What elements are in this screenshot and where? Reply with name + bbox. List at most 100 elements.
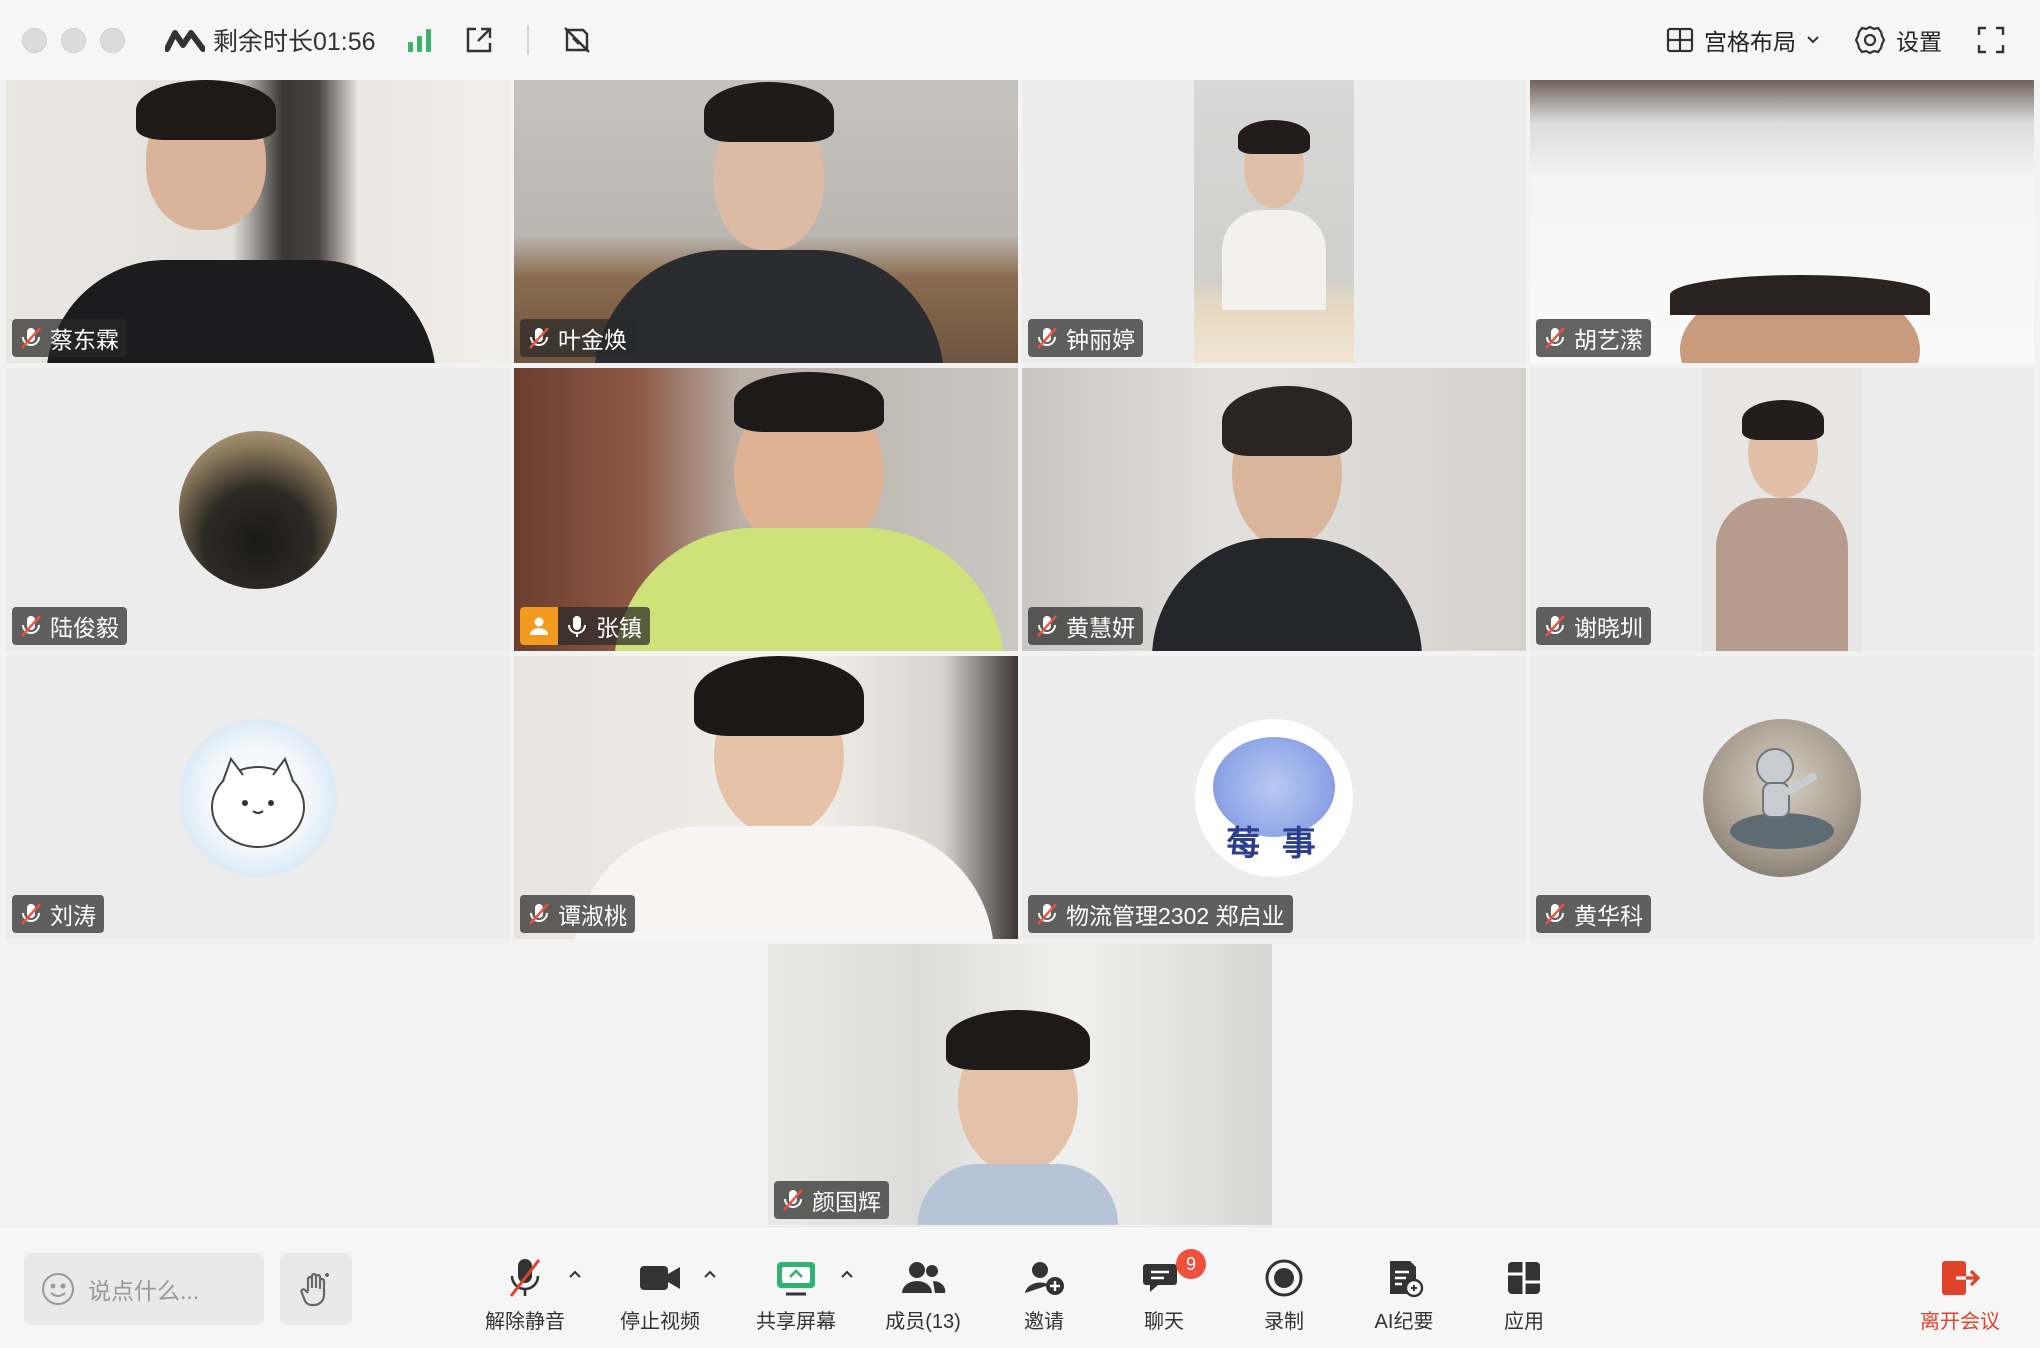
unmute-label: 解除静音 (485, 1311, 565, 1333)
participant-name: 刘涛 (50, 903, 96, 929)
record-button[interactable]: 录制 (1229, 1255, 1339, 1335)
video-options-chevron-icon[interactable] (701, 1265, 719, 1283)
participant-body (918, 1164, 1118, 1225)
participant-hair (704, 82, 834, 142)
participant-name: 物流管理2302 郑启业 (1066, 903, 1285, 929)
record-icon (1265, 1259, 1303, 1297)
participant-avatar (1703, 718, 1861, 877)
participant-hair (136, 80, 276, 140)
participant-namebar: 钟丽婷 (1028, 319, 1143, 357)
ai-minutes-icon (1390, 1261, 1424, 1298)
participant-name: 叶金焕 (558, 327, 627, 353)
video-tile[interactable]: 张镇 (514, 368, 1018, 651)
invite-button[interactable]: 邀请 (989, 1255, 1099, 1335)
audio-options-chevron-icon[interactable] (566, 1265, 584, 1283)
participant-namebar: 陆俊毅 (12, 607, 127, 645)
participant-hair (694, 656, 864, 736)
participant-name: 胡艺潆 (1574, 327, 1643, 353)
leave-meeting-button[interactable]: 离开会议 (1905, 1255, 2015, 1335)
video-tile[interactable]: 黄慧妍 (1022, 368, 1526, 651)
minimize-window-button[interactable] (61, 27, 86, 53)
participant-avatar (179, 718, 337, 877)
participant-hair (1238, 120, 1310, 154)
share-screen-label: 共享屏幕 (756, 1311, 836, 1333)
unmute-button[interactable]: 解除静音 (470, 1255, 580, 1335)
participant-namebar: 谢晓圳 (1536, 607, 1651, 645)
gear-icon (1854, 25, 1886, 55)
muted-mic-icon (1037, 327, 1057, 349)
participant-namebar: 谭淑桃 (520, 895, 635, 933)
participant-namebar: 颜国辉 (774, 1181, 889, 1219)
stop-video-label: 停止视频 (620, 1311, 700, 1333)
muted-mic-icon (529, 327, 549, 349)
share-options-chevron-icon[interactable] (838, 1265, 856, 1283)
apps-button[interactable]: 应用 (1469, 1255, 1579, 1335)
video-tile[interactable]: 钟丽婷 (1022, 80, 1526, 363)
toolbar-divider (526, 25, 529, 55)
quick-chat-input[interactable]: 说点什么... (24, 1253, 264, 1325)
members-icon (902, 1262, 946, 1293)
tencent-meeting-logo-icon (165, 30, 205, 52)
participant-hair (946, 1010, 1090, 1070)
share-screen-icon (777, 1262, 815, 1296)
settings-button[interactable]: 设置 (1854, 23, 1942, 57)
chat-button[interactable]: 9 聊天 (1109, 1249, 1219, 1335)
muted-mic-icon (1545, 327, 1565, 349)
remaining-time: 剩余时长01:56 (213, 28, 376, 56)
fullscreen-icon (1977, 26, 2005, 54)
participant-hair (1670, 275, 1930, 315)
share-screen-button[interactable]: 共享屏幕 (741, 1255, 851, 1335)
participant-namebar: 刘涛 (12, 895, 104, 933)
video-tile[interactable]: 刘涛 (6, 656, 510, 939)
participant-name: 蔡东霖 (50, 327, 119, 353)
leave-icon (1942, 1261, 1981, 1295)
video-tile[interactable]: 莓 事 物流管理2302 郑启业 (1022, 656, 1526, 939)
layout-switch-button[interactable]: 宫格布局 (1666, 23, 1820, 57)
raise-hand-icon (300, 1272, 329, 1307)
participant-namebar: 蔡东霖 (12, 319, 127, 357)
muted-mic-icon (1037, 615, 1057, 637)
muted-mic-icon (509, 1259, 541, 1297)
meeting-toolbar: 说点什么... 解除静音 停止视频 共享屏幕 成员(13) 邀请 9 聊天 录制… (0, 1226, 2040, 1348)
muted-mic-icon (783, 1189, 803, 1211)
signal-strength-icon[interactable] (407, 28, 431, 52)
chat-placeholder: 说点什么... (88, 1278, 200, 1304)
video-tile[interactable]: 谢晓圳 (1530, 368, 2034, 651)
host-badge (520, 607, 558, 645)
apps-label: 应用 (1504, 1311, 1544, 1333)
mic-icon (568, 616, 586, 637)
participant-hair (734, 372, 884, 432)
astronaut-avatar-icon (1730, 747, 1834, 849)
video-tile[interactable]: 叶金焕 (514, 80, 1018, 363)
meeting-brand: 剩余时长01:56 (165, 22, 376, 58)
share-link-icon[interactable] (463, 24, 495, 56)
participant-namebar: 胡艺潆 (1536, 319, 1651, 357)
chat-label: 聊天 (1144, 1311, 1184, 1333)
video-tile[interactable]: 陆俊毅 (6, 368, 510, 651)
disabled-annotation-icon[interactable] (561, 24, 593, 56)
participant-hair (1222, 386, 1352, 456)
members-button[interactable]: 成员(13) (868, 1255, 978, 1335)
video-tile[interactable]: 谭淑桃 (514, 656, 1018, 939)
ai-minutes-label: AI纪要 (1374, 1311, 1434, 1333)
raise-hand-button[interactable] (280, 1253, 352, 1325)
participant-avatar: 莓 事 (1195, 718, 1353, 877)
video-tile[interactable]: 颜国辉 (768, 944, 1272, 1225)
participant-name: 张镇 (596, 615, 642, 641)
video-tile[interactable]: 黄华科 (1530, 656, 2034, 939)
ai-minutes-button[interactable]: AI纪要 (1349, 1255, 1459, 1335)
participant-avatar (179, 430, 337, 589)
stop-video-button[interactable]: 停止视频 (605, 1255, 715, 1335)
layout-label: 宫格布局 (1704, 29, 1796, 55)
video-tile[interactable]: 胡艺潆 (1530, 80, 2034, 363)
muted-mic-icon (21, 615, 41, 637)
video-tile[interactable]: 蔡东霖 (6, 80, 510, 363)
chat-unread-badge: 9 (1176, 1249, 1206, 1279)
settings-label: 设置 (1896, 29, 1942, 55)
fullscreen-button[interactable] (1976, 25, 2006, 55)
muted-mic-icon (1545, 903, 1565, 925)
participant-namebar: 黄华科 (1536, 895, 1651, 933)
close-window-button[interactable] (22, 27, 47, 53)
participant-hair (1742, 400, 1824, 440)
zoom-window-button[interactable] (100, 27, 125, 53)
